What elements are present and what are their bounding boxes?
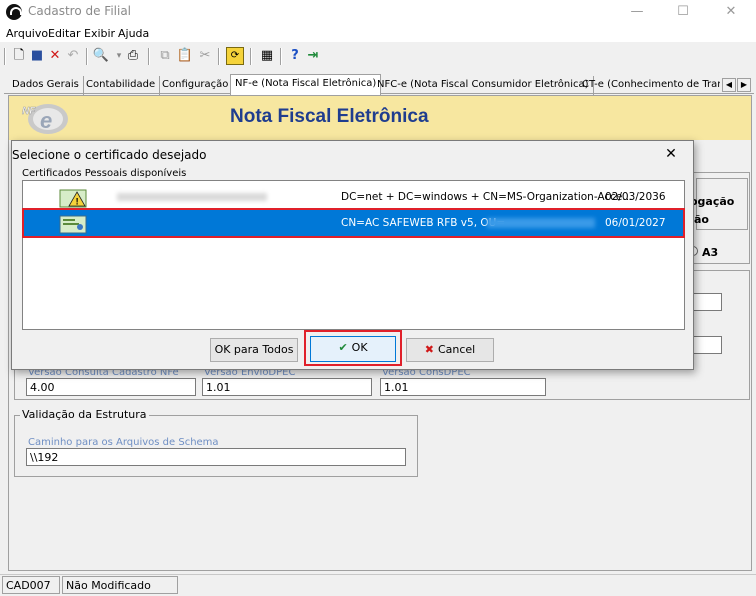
paste-icon[interactable]: 📋 xyxy=(176,47,194,65)
selection-highlight-box xyxy=(22,208,685,238)
undo-icon[interactable]: ↶ xyxy=(64,47,82,65)
exit-icon[interactable]: ⇥ xyxy=(304,47,322,65)
tab-dados-gerais[interactable]: Dados Gerais xyxy=(8,76,84,96)
minimize-button[interactable]: — xyxy=(622,2,652,22)
validacao-legend: Validação da Estrutura xyxy=(20,408,149,421)
versao-envio-field[interactable]: 1.01 xyxy=(202,378,372,396)
certificate-row[interactable]: ! DC=net + DC=windows + CN=MS-Organizati… xyxy=(23,184,684,210)
check-icon: ✔ xyxy=(338,341,348,354)
svg-text:NF: NF xyxy=(22,106,36,117)
toolbar-separator xyxy=(280,48,282,65)
app-icon xyxy=(6,4,22,20)
toolbar-separator xyxy=(86,48,88,65)
tab-contabilidade[interactable]: Contabilidade xyxy=(82,76,161,96)
behind-label-1: ogação xyxy=(690,195,735,208)
redacted-name xyxy=(117,193,267,201)
help-icon[interactable]: ? xyxy=(286,47,304,65)
toolbar-separator xyxy=(250,48,252,65)
a3-radio-label: A3 xyxy=(702,246,719,259)
window-title: Cadastro de Filial xyxy=(28,4,132,18)
status-state: Não Modificado xyxy=(62,576,178,594)
certificate-subject: DC=net + DC=windows + CN=MS-Organization… xyxy=(341,191,633,203)
menu-arquivo[interactable]: Arquivo xyxy=(6,27,48,40)
ok-button[interactable]: ✔ OK xyxy=(310,336,396,362)
delete-icon[interactable]: ✕ xyxy=(46,47,64,65)
ok-button-label: OK xyxy=(351,341,368,354)
banner-title: Nota Fiscal Eletrônica xyxy=(230,106,429,127)
server-field-1[interactable] xyxy=(690,293,722,311)
cancel-button[interactable]: ✖ Cancel xyxy=(406,338,494,362)
dialog-close-icon[interactable]: ✕ xyxy=(662,145,680,163)
schema-field[interactable]: \\192 xyxy=(26,448,406,466)
ok-para-todos-button[interactable]: OK para Todos xyxy=(210,338,298,362)
nfe-logo: NF e xyxy=(18,100,70,136)
menu-exibir[interactable]: Exibir xyxy=(84,27,115,40)
cancel-x-icon: ✖ xyxy=(424,343,434,356)
svg-text:!: ! xyxy=(76,197,79,207)
cancel-button-label: Cancel xyxy=(437,343,476,356)
tab-scroll-left-icon[interactable]: ◀ xyxy=(722,78,736,92)
server-field-2[interactable] xyxy=(690,336,722,354)
preview-icon[interactable]: 🔍 xyxy=(92,47,110,65)
status-code: CAD007 xyxy=(2,576,60,594)
menu-editar[interactable]: Editar xyxy=(48,27,81,40)
print-icon[interactable]: ⎙ xyxy=(124,47,142,65)
save-icon[interactable]: ■ xyxy=(28,47,46,65)
calculator-icon[interactable]: ▦ xyxy=(258,47,276,65)
certificate-list-label: Certificados Pessoais disponíveis xyxy=(22,168,187,179)
tab-scroll-right-icon[interactable]: ▶ xyxy=(737,78,751,92)
toolbar-separator xyxy=(4,48,6,65)
svg-text:e: e xyxy=(40,108,52,133)
menu-ajuda[interactable]: Ajuda xyxy=(118,27,149,40)
copy-icon[interactable]: ⧉ xyxy=(156,47,174,65)
certificate-warning-icon: ! xyxy=(59,188,87,208)
tab-nfe[interactable]: NF-e (Nota Fiscal Eletrônica) xyxy=(230,74,382,97)
close-window-button[interactable]: ✕ xyxy=(716,2,746,22)
maximize-button[interactable]: ☐ xyxy=(668,2,698,22)
toolbar-separator xyxy=(218,48,220,65)
schema-label: Caminho para os Arquivos de Schema xyxy=(28,437,219,448)
versao-consulta-field[interactable]: 4.00 xyxy=(26,378,196,396)
versao-consdpec-field[interactable]: 1.01 xyxy=(380,378,546,396)
cut-icon[interactable]: ✂ xyxy=(196,47,214,65)
tab-configuracao[interactable]: Configuração xyxy=(158,76,234,96)
behind-label-2: ão xyxy=(694,213,709,226)
tab-nfce[interactable]: NFC-e (Nota Fiscal Consumidor Eletrônica… xyxy=(373,76,594,96)
tab-cte[interactable]: CT-e (Conhecimento de Tran: xyxy=(578,76,720,96)
new-icon[interactable]: 🗋 xyxy=(10,47,28,65)
refresh-icon[interactable]: ⟳ xyxy=(226,47,244,65)
certificate-expiry: 02/03/2036 xyxy=(605,191,666,203)
dialog-title: Selecione o certificado desejado xyxy=(12,148,207,162)
toolbar-separator xyxy=(148,48,150,65)
